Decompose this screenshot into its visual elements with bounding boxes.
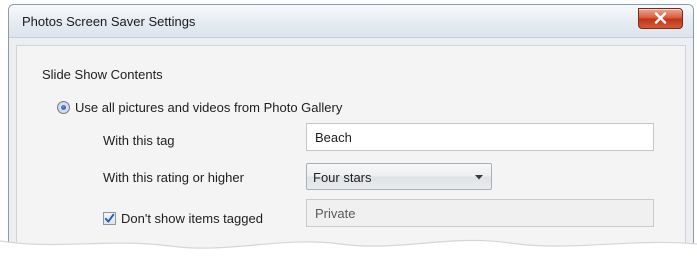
section-title: Slide Show Contents xyxy=(42,67,163,82)
close-button[interactable] xyxy=(638,8,683,29)
exclude-tagged-label[interactable]: Don't show items tagged xyxy=(121,211,263,226)
dialog-content: Slide Show Contents Use all pictures and… xyxy=(16,45,686,255)
tag-filter-input[interactable] xyxy=(306,123,654,151)
tag-filter-label: With this tag xyxy=(103,133,175,148)
close-icon xyxy=(654,12,667,24)
title-bar: Photos Screen Saver Settings xyxy=(9,5,693,38)
radio-selected-dot xyxy=(61,105,66,110)
settings-dialog: Photos Screen Saver Settings Slide Show … xyxy=(8,4,694,256)
chevron-down-icon xyxy=(475,175,483,180)
rating-dropdown[interactable]: Four stars xyxy=(306,163,492,190)
rating-dropdown-value: Four stars xyxy=(313,170,372,185)
use-all-pictures-radio[interactable] xyxy=(57,101,70,114)
exclude-tagged-checkbox[interactable] xyxy=(103,212,116,225)
rating-filter-label: With this rating or higher xyxy=(103,170,244,185)
exclude-tag-input[interactable] xyxy=(306,199,654,227)
use-all-pictures-label[interactable]: Use all pictures and videos from Photo G… xyxy=(75,100,342,115)
window-title: Photos Screen Saver Settings xyxy=(22,14,196,29)
checkmark-icon xyxy=(104,213,115,223)
